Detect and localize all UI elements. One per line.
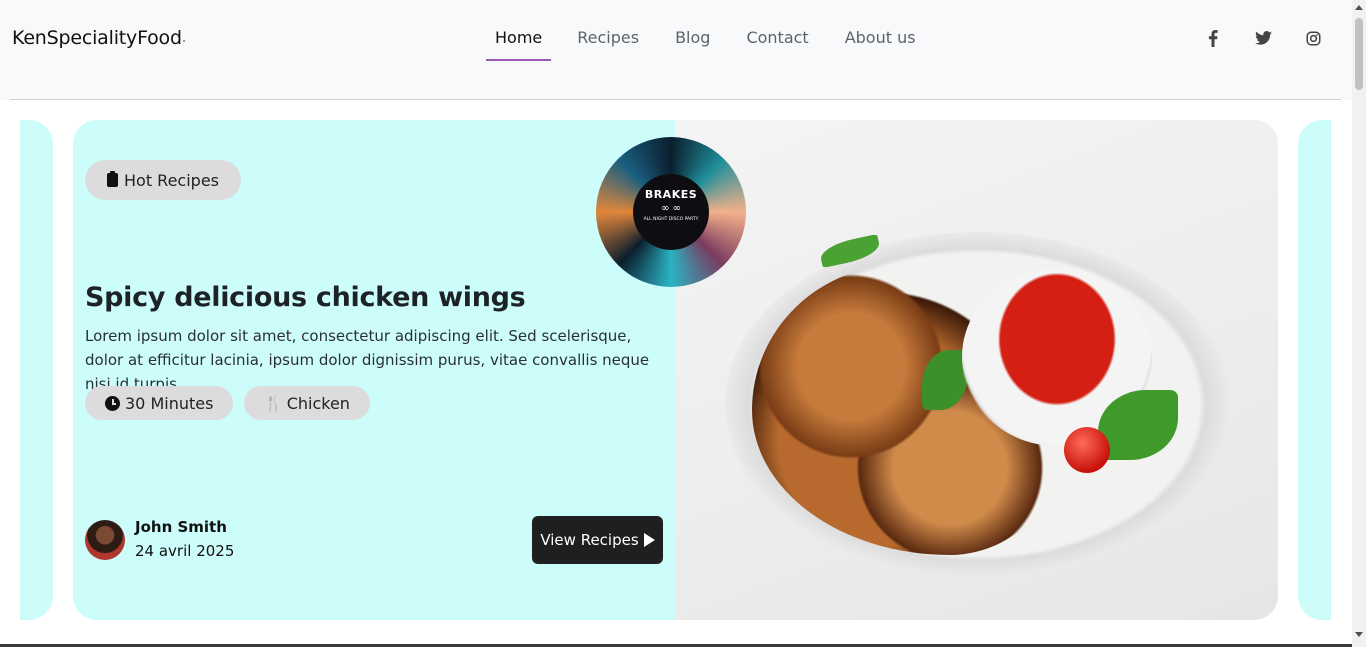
nav-about-us[interactable]: About us — [827, 26, 934, 61]
nav-blog[interactable]: Blog — [657, 26, 728, 61]
publish-date: 24 avril 2025 — [135, 542, 235, 560]
badge-title: BRAKES — [644, 188, 698, 201]
twitter-icon[interactable] — [1250, 28, 1276, 48]
view-recipes-button[interactable]: View Recipes — [532, 516, 663, 564]
scroll-up-arrow-icon[interactable] — [1355, 5, 1363, 10]
cherry-tomato-image — [1064, 427, 1110, 473]
recipe-title: Spicy delicious chicken wings — [85, 282, 526, 313]
scrollbar-thumb[interactable] — [1355, 18, 1363, 90]
utensils-icon: 🍴 — [264, 394, 283, 412]
hot-recipes-label: Hot Recipes — [124, 170, 219, 190]
brand-logo[interactable]: KenSpecialityFood — [12, 27, 185, 49]
instagram-icon[interactable] — [1300, 28, 1326, 48]
cook-time-label: 30 Minutes — [125, 393, 214, 413]
category-label: Chicken — [286, 393, 350, 413]
brand-name: KenSpecialityFood — [12, 27, 182, 49]
badge-subtitle: ALL NIGHT DISCO PARTY — [643, 217, 699, 222]
social-links — [1200, 28, 1350, 48]
carousel-next-slide[interactable] — [1298, 120, 1331, 620]
hot-recipes-tag: Hot Recipes — [85, 160, 241, 200]
badge-symbols: ∞ ∞ — [661, 203, 681, 214]
header-divider — [10, 99, 1341, 100]
clock-icon — [105, 395, 120, 411]
page-scrollbar[interactable] — [1352, 0, 1366, 647]
main-nav: Home Recipes Blog Contact About us — [486, 26, 934, 61]
nav-contact[interactable]: Contact — [728, 26, 826, 61]
brakes-badge-logo: BRAKES ∞ ∞ ALL NIGHT DISCO PARTY — [596, 137, 746, 287]
nav-home[interactable]: Home — [486, 26, 552, 61]
brand-dot — [182, 40, 185, 42]
cook-time-tag: 30 Minutes — [85, 386, 234, 420]
category-tag: 🍴 Chicken — [244, 386, 370, 420]
clipboard-icon — [107, 171, 118, 187]
author-name: John Smith — [135, 518, 227, 536]
scroll-down-arrow-icon[interactable] — [1355, 632, 1363, 637]
badge-center: BRAKES ∞ ∞ ALL NIGHT DISCO PARTY — [633, 174, 709, 250]
nav-recipes[interactable]: Recipes — [559, 26, 657, 61]
facebook-icon[interactable] — [1200, 28, 1226, 48]
author-avatar — [85, 520, 125, 560]
play-icon — [643, 533, 655, 547]
view-recipes-label: View Recipes — [540, 531, 639, 549]
carousel-prev-slide[interactable] — [20, 120, 53, 620]
site-header: KenSpecialityFood Home Recipes Blog Cont… — [0, 0, 1352, 100]
